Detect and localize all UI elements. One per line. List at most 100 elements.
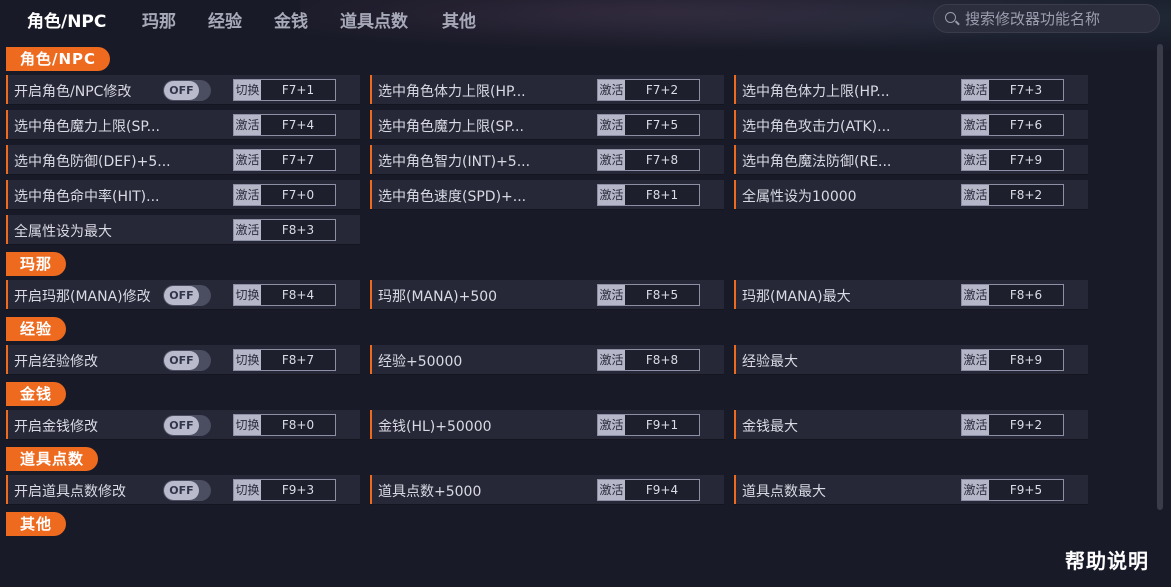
cheat-row: 经验最大 激活 F8+9 [734,345,1088,374]
action-button[interactable]: 激活 [962,285,989,305]
cheat-label: 经验最大 [742,354,798,370]
action-button[interactable]: 激活 [962,415,989,435]
action-button[interactable]: 激活 [962,185,989,205]
cheat-row: 选中角色体力上限(HP... 激活 F7+2 [370,75,724,104]
cheat-row: 玛那(MANA)+500 激活 F8+5 [370,280,724,309]
hotkey-box[interactable]: 激活 F8+9 [961,349,1064,371]
tab-other[interactable]: 其他 [442,7,476,32]
action-button[interactable]: 激活 [598,185,625,205]
hotkey-box[interactable]: 激活 F9+2 [961,414,1064,436]
hotkey-box[interactable]: 激活 F7+7 [233,149,336,171]
action-button[interactable]: 激活 [234,220,261,240]
action-button[interactable]: 激活 [598,115,625,135]
action-button[interactable]: 激活 [234,115,261,135]
toggle-state: OFF [164,351,199,370]
action-button[interactable]: 激活 [234,150,261,170]
cheat-row: 道具点数最大 激活 F9+5 [734,475,1088,504]
cheat-row: 选中角色智力(INT)+5... 激活 F7+8 [370,145,724,174]
hotkey-label: F7+1 [281,83,315,97]
hotkey-box[interactable]: 激活 F7+8 [597,149,700,171]
action-button[interactable]: 激活 [598,80,625,100]
action-button[interactable]: 激活 [962,150,989,170]
hotkey-box[interactable]: 激活 F9+1 [597,414,700,436]
help-button[interactable]: 帮助说明 [1065,545,1149,574]
hotkey-box[interactable]: 切换 F9+3 [233,479,336,501]
hotkey-box[interactable]: 切换 F8+0 [233,414,336,436]
cheat-row: 道具点数+5000 激活 F9+4 [370,475,724,504]
action-button[interactable]: 激活 [962,350,989,370]
toggle-switch[interactable]: OFF [163,80,211,101]
cheat-label: 选中角色魔力上限(SP... [378,119,524,135]
action-button[interactable]: 激活 [598,415,625,435]
scrollbar[interactable] [1157,44,1163,510]
action-button[interactable]: 切换 [234,285,261,305]
cheat-label: 选中角色速度(SPD)+... [378,189,527,205]
cheat-row: 玛那(MANA)最大 激活 F8+6 [734,280,1088,309]
cheat-row: 开启金钱修改 OFF 切换 F8+0 [6,410,360,439]
hotkey-box[interactable]: 切换 F8+7 [233,349,336,371]
hotkey-label: F9+1 [645,418,679,432]
action-button[interactable]: 激活 [962,115,989,135]
hotkey-box[interactable]: 激活 F7+9 [961,149,1064,171]
cheat-row: 选中角色防御(DEF)+5... 激活 F7+7 [6,145,360,174]
action-button[interactable]: 激活 [962,80,989,100]
hotkey-box[interactable]: 激活 F8+8 [597,349,700,371]
action-button[interactable]: 激活 [598,285,625,305]
tab-item-points[interactable]: 道具点数 [340,7,408,32]
search-input[interactable] [965,9,1150,29]
action-button[interactable]: 激活 [598,350,625,370]
hotkey-box[interactable]: 激活 F7+2 [597,79,700,101]
action-button[interactable]: 切换 [234,350,261,370]
toggle-state: OFF [164,81,199,100]
cheat-row: 金钱最大 激活 F9+2 [734,410,1088,439]
cheat-row: 选中角色命中率(HIT)... 激活 F7+0 [6,180,360,209]
hotkey-box[interactable]: 激活 F8+2 [961,184,1064,206]
hotkey-box[interactable]: 激活 F8+1 [597,184,700,206]
toggle-switch[interactable]: OFF [163,285,211,306]
search-icon [945,12,956,23]
action-button[interactable]: 激活 [962,480,989,500]
cheat-label: 开启角色/NPC修改 [14,84,132,100]
hotkey-box[interactable]: 激活 F7+4 [233,114,336,136]
action-button[interactable]: 切换 [234,480,261,500]
cheat-label: 选中角色魔法防御(RE... [742,154,892,170]
hotkey-label: F8+3 [281,223,315,237]
hotkey-box[interactable]: 激活 F8+5 [597,284,700,306]
hotkey-box[interactable]: 激活 F7+3 [961,79,1064,101]
hotkey-label: F7+5 [645,118,679,132]
cheat-row: 金钱(HL)+50000 激活 F9+1 [370,410,724,439]
tab-mana[interactable]: 玛那 [142,7,176,32]
hotkey-box[interactable]: 激活 F7+5 [597,114,700,136]
toggle-switch[interactable]: OFF [163,415,211,436]
hotkey-box[interactable]: 激活 F9+5 [961,479,1064,501]
toggle-switch[interactable]: OFF [163,480,211,501]
hotkey-box[interactable]: 激活 F7+6 [961,114,1064,136]
search-box[interactable] [933,4,1160,33]
hotkey-box[interactable]: 激活 F8+6 [961,284,1064,306]
action-button[interactable]: 激活 [598,150,625,170]
cheat-label: 玛那(MANA)+500 [378,289,498,305]
top-nav: 角色/NPC 玛那 经验 金钱 道具点数 其他 [0,0,1171,38]
action-button[interactable]: 切换 [234,80,261,100]
cheat-label: 开启玛那(MANA)修改 [14,289,151,305]
hotkey-box[interactable]: 切换 F7+1 [233,79,336,101]
hotkey-box[interactable]: 激活 F9+4 [597,479,700,501]
tab-money[interactable]: 金钱 [274,7,308,32]
action-button[interactable]: 激活 [598,480,625,500]
hotkey-box[interactable]: 激活 F8+3 [233,219,336,241]
cheat-row: 选中角色魔力上限(SP... 激活 F7+4 [6,110,360,139]
action-button[interactable]: 切换 [234,415,261,435]
tab-exp[interactable]: 经验 [208,7,242,32]
cheat-label: 开启道具点数修改 [14,484,126,500]
hotkey-label: F9+5 [1009,483,1043,497]
cheat-label: 选中角色命中率(HIT)... [14,189,160,205]
tab-role-npc[interactable]: 角色/NPC [27,7,106,32]
action-button[interactable]: 激活 [234,185,261,205]
toggle-state: OFF [164,416,199,435]
hotkey-label: F9+2 [1009,418,1043,432]
hotkey-box[interactable]: 切换 F8+4 [233,284,336,306]
hotkey-box[interactable]: 激活 F7+0 [233,184,336,206]
toggle-switch[interactable]: OFF [163,350,211,371]
cheat-label: 经验+50000 [378,354,463,370]
section-header-money: 金钱 [6,382,67,406]
